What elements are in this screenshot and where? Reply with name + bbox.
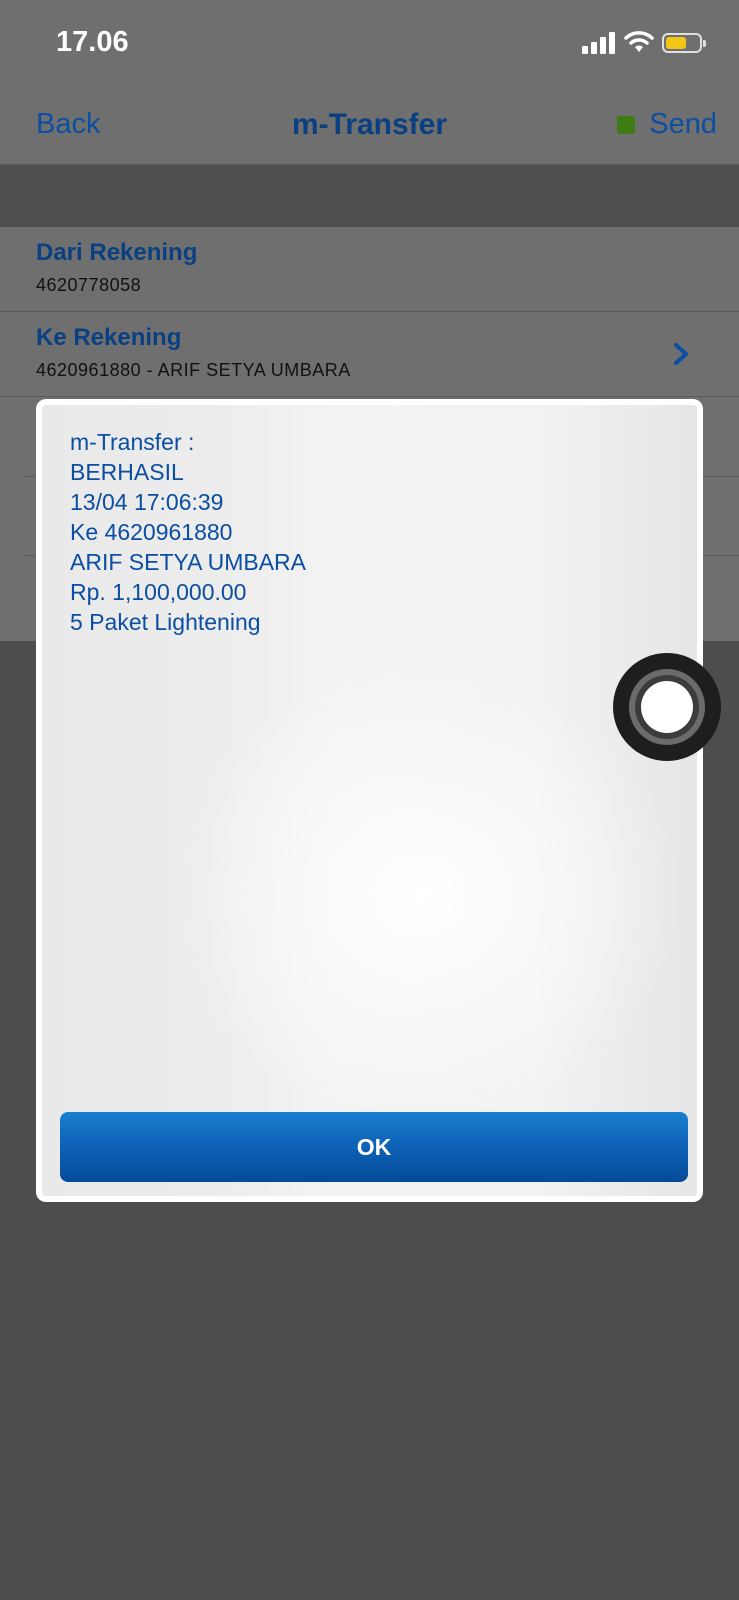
assistive-touch-icon[interactable] [613,653,721,761]
status-time: 17.06 [56,26,129,58]
result-message: m-Transfer : BERHASIL 13/04 17:06:39 Ke … [70,427,306,637]
send-label: Send [649,108,717,140]
ok-button[interactable]: OK [60,1112,688,1182]
from-account-row[interactable]: Dari Rekening 4620778058 [0,227,739,312]
message-line: ARIF SETYA UMBARA [70,549,307,575]
message-line: m-Transfer : [70,429,195,455]
to-account-value: 4620961880 - ARIF SETYA UMBARA [36,360,351,380]
from-account-label: Dari Rekening [36,239,198,266]
message-line: 5 Paket Lightening [70,609,261,635]
message-line: Rp. 1,100,000.00 [70,579,247,605]
message-line: 13/04 17:06:39 [70,489,224,515]
from-account-value: 4620778058 [36,275,142,295]
send-button[interactable]: Send [617,108,717,141]
chevron-right-icon [674,343,688,365]
result-dialog: m-Transfer : BERHASIL 13/04 17:06:39 Ke … [36,399,703,1202]
message-line: BERHASIL [70,459,184,485]
dialog-content: m-Transfer : BERHASIL 13/04 17:06:39 Ke … [42,405,697,1196]
section-spacer [0,165,739,227]
navigation-bar: Back m-Transfer Send [0,92,739,165]
status-bar: 17.06 [0,0,739,92]
send-status-indicator [617,115,636,134]
message-line: Ke 4620961880 [70,519,233,545]
to-account-row[interactable]: Ke Rekening 4620961880 - ARIF SETYA UMBA… [0,312,739,397]
battery-icon [662,33,706,53]
to-account-label: Ke Rekening [36,324,182,351]
signal-icon [582,32,618,54]
wifi-icon [624,31,654,52]
